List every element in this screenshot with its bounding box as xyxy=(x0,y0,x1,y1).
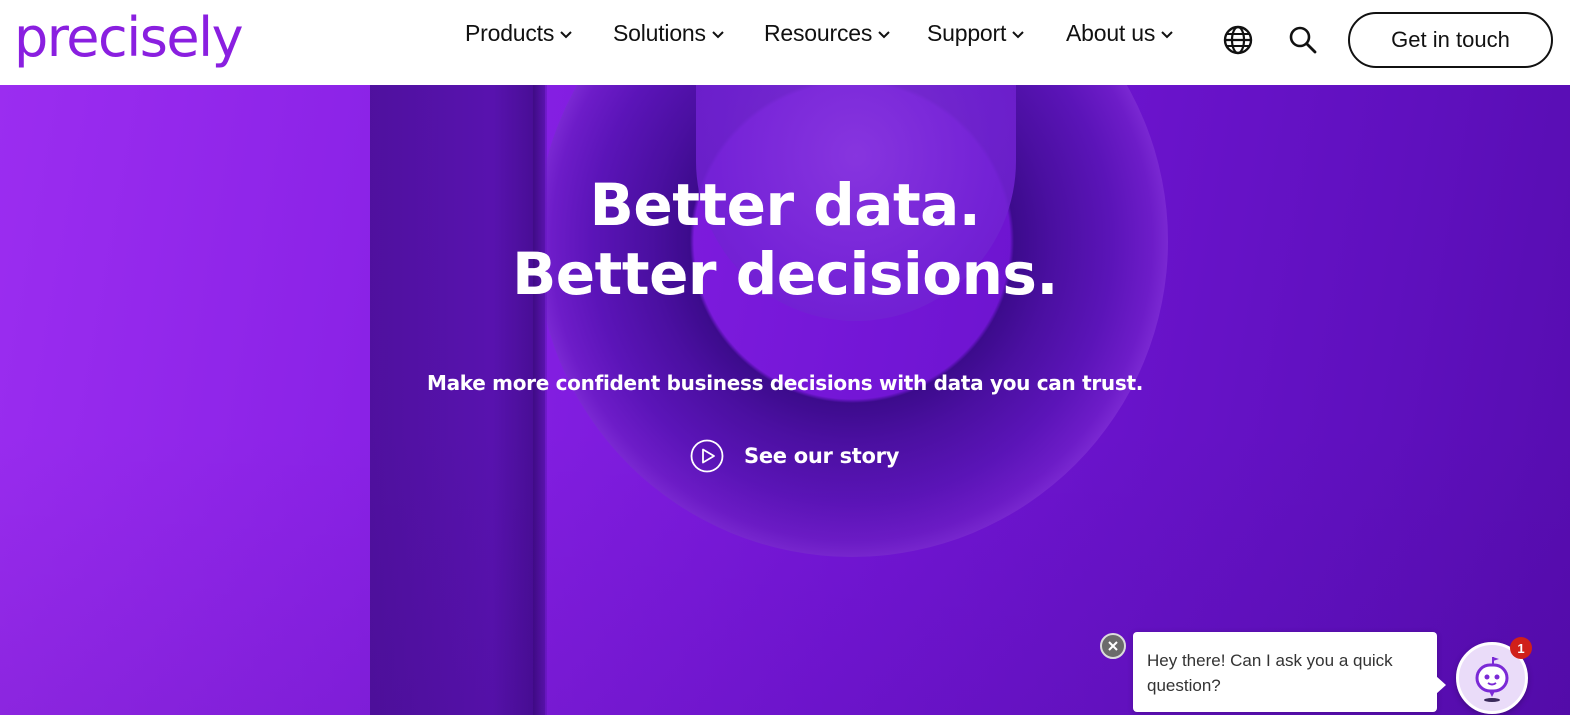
nav-products-label: Products xyxy=(465,20,555,46)
nav-support[interactable]: Support xyxy=(927,20,1025,47)
nav-about-us[interactable]: About us xyxy=(1066,20,1174,47)
chat-message-bubble[interactable]: Hey there! Can I ask you a quick questio… xyxy=(1133,632,1446,712)
see-our-story-link[interactable]: See our story xyxy=(690,439,899,473)
precisely-logo[interactable]: precisely xyxy=(14,2,244,74)
close-icon xyxy=(1108,641,1118,651)
nav-resources[interactable]: Resources xyxy=(764,20,891,47)
hero-section: Better data. Better decisions. Make more… xyxy=(0,85,1570,715)
chat-close-button[interactable] xyxy=(1100,633,1126,659)
search-icon[interactable] xyxy=(1287,24,1319,56)
see-our-story-label: See our story xyxy=(744,444,900,468)
chevron-down-icon xyxy=(712,30,724,38)
get-in-touch-button[interactable]: Get in touch xyxy=(1348,12,1553,68)
nav-products[interactable]: Products xyxy=(465,20,573,47)
chat-message-text: Hey there! Can I ask you a quick questio… xyxy=(1147,651,1393,695)
nav-resources-label: Resources xyxy=(764,20,873,46)
chevron-down-icon xyxy=(1161,30,1173,38)
nav-solutions[interactable]: Solutions xyxy=(613,20,725,47)
hero-headline-line1: Better data. xyxy=(589,171,981,239)
site-header: precisely Products Solutions Resources S… xyxy=(0,0,1570,85)
hero-subtitle: Make more confident business decisions w… xyxy=(426,371,1144,395)
chevron-down-icon xyxy=(878,30,890,38)
chevron-down-icon xyxy=(560,30,572,38)
nav-solutions-label: Solutions xyxy=(613,20,706,46)
nav-about-us-label: About us xyxy=(1066,20,1156,46)
hero-headline-line2: Better decisions. xyxy=(512,240,1058,308)
play-icon xyxy=(690,439,724,473)
chatbot-icon xyxy=(1475,657,1509,702)
globe-icon[interactable] xyxy=(1222,24,1254,56)
get-in-touch-label: Get in touch xyxy=(1391,27,1510,52)
chat-notification-badge: 1 xyxy=(1510,637,1532,659)
nav-support-label: Support xyxy=(927,20,1007,46)
chevron-down-icon xyxy=(1012,30,1024,38)
